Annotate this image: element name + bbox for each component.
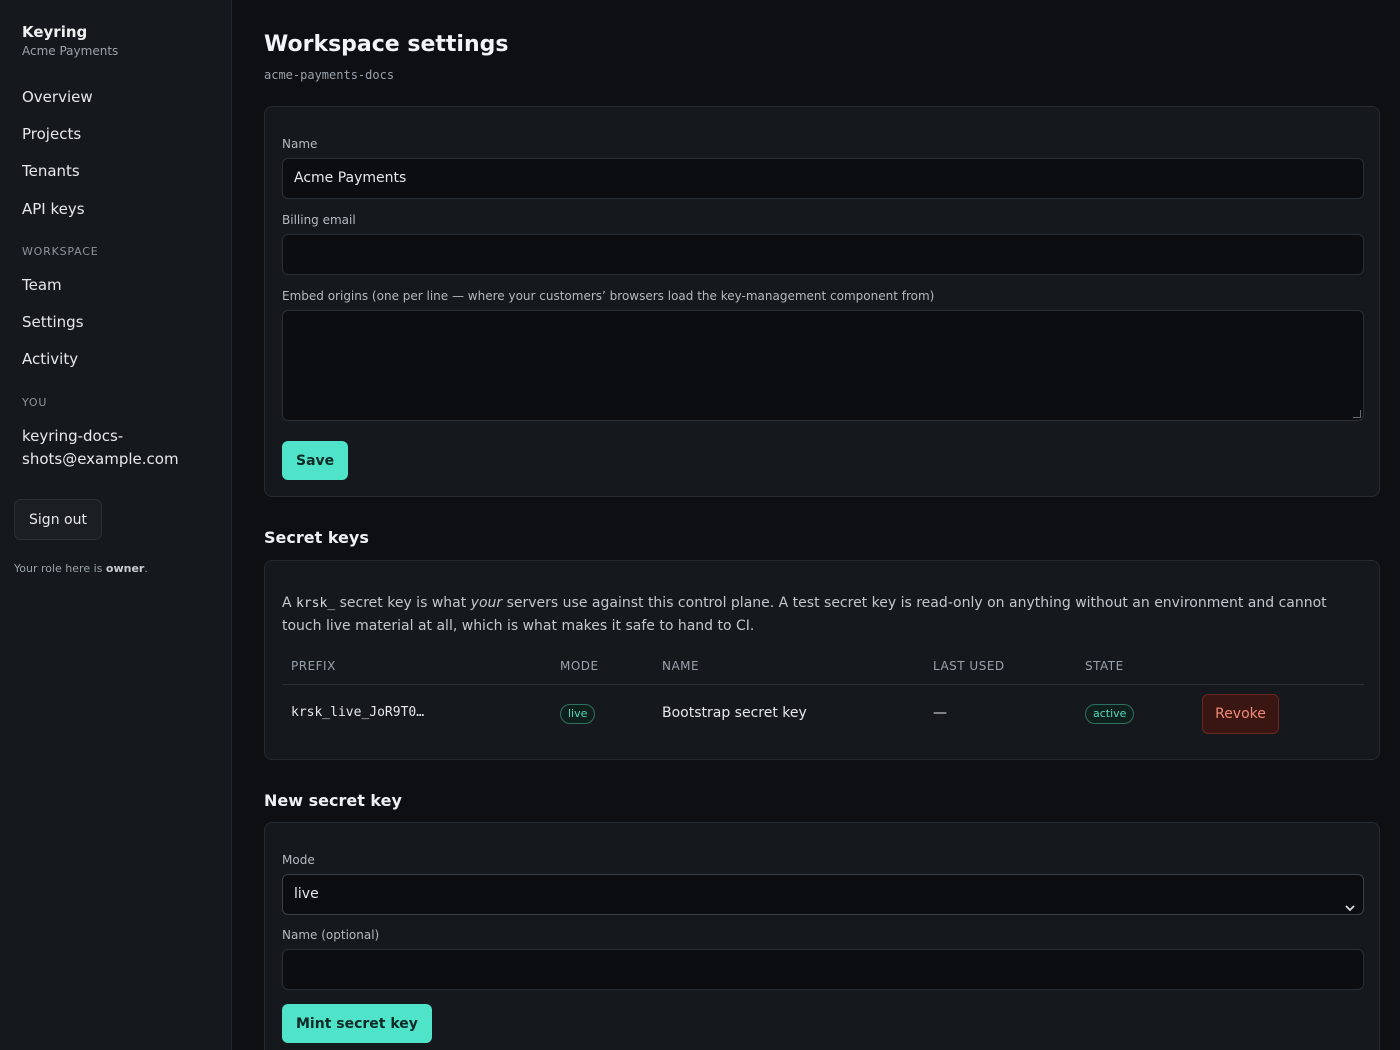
resize-handle[interactable] [1353, 410, 1361, 418]
column-header-mode: MODE [560, 659, 599, 673]
role-note: Your role here is owner. [14, 562, 148, 575]
table-divider [282, 684, 1364, 685]
secret-keys-card: A krsk_ secret key is what your servers … [264, 560, 1380, 760]
key-name-label: Name (optional) [282, 928, 380, 942]
nav-item-tenants[interactable]: Tenants [22, 162, 80, 180]
billing-email-label: Billing email [282, 213, 356, 227]
role-note-prefix: Your role here is [14, 562, 103, 575]
mode-badge: live [560, 704, 596, 724]
column-header-prefix: PREFIX [291, 659, 336, 673]
nav-item-api-keys[interactable]: API keys [22, 200, 85, 218]
chevron-down-icon [1345, 889, 1355, 928]
role-value: owner [105, 562, 145, 575]
you-section-heading: YOU [22, 396, 48, 409]
revoke-button[interactable]: Revoke [1202, 694, 1279, 734]
nav-item-overview[interactable]: Overview [22, 88, 93, 106]
column-header-last-used: LAST USED [933, 659, 1005, 673]
mode-select-value: live [294, 886, 319, 902]
nav-item-team[interactable]: Team [22, 276, 62, 294]
status-badge: active [1085, 704, 1135, 724]
mode-label: Mode [282, 853, 315, 867]
save-button[interactable]: Save [282, 441, 349, 480]
workspace-slug: acme-payments-docs [264, 68, 395, 82]
workspace-settings-card: Name Acme Payments Billing email Embed o… [264, 106, 1380, 497]
column-header-name: NAME [662, 659, 700, 673]
workspace-section-heading: WORKSPACE [22, 245, 99, 258]
brand-name: Keyring [22, 23, 88, 41]
last-used: — [933, 705, 947, 721]
nav-item-settings[interactable]: Settings [22, 313, 84, 331]
key-prefix: krsk_live_JoR9T0… [291, 705, 425, 720]
new-secret-key-heading: New secret key [264, 791, 402, 810]
key-name: Bootstrap secret key [662, 705, 807, 721]
role-note-suffix: . [144, 562, 148, 575]
key-prefix-code: krsk_ [296, 596, 336, 611]
embed-origins-label: Embed origins (one per line — where your… [282, 289, 935, 303]
mint-secret-key-button[interactable]: Mint secret key [282, 1004, 432, 1043]
sidebar: Keyring Acme Payments Overview Projects … [0, 0, 232, 1050]
column-header-state: STATE [1085, 659, 1124, 673]
nav-item-projects[interactable]: Projects [22, 125, 81, 143]
name-label: Name [282, 137, 318, 151]
page-title: Workspace settings [264, 32, 509, 57]
nav-item-activity[interactable]: Activity [22, 350, 78, 368]
sign-out-button[interactable]: Sign out [14, 499, 102, 540]
mode-select[interactable]: live [282, 874, 1364, 915]
org-name: Acme Payments [22, 44, 119, 58]
user-email: keyring-docs-shots@example.com [22, 427, 179, 468]
billing-email-input[interactable] [282, 234, 1364, 275]
embed-origins-textarea[interactable] [282, 310, 1364, 421]
secret-keys-intro: A krsk_ secret key is what your servers … [282, 595, 1327, 634]
name-input[interactable]: Acme Payments [282, 158, 1364, 199]
key-name-input[interactable] [282, 949, 1364, 990]
new-secret-key-card: Mode live Name (optional) Mint secret ke… [264, 822, 1380, 1050]
secret-keys-heading: Secret keys [264, 528, 369, 547]
